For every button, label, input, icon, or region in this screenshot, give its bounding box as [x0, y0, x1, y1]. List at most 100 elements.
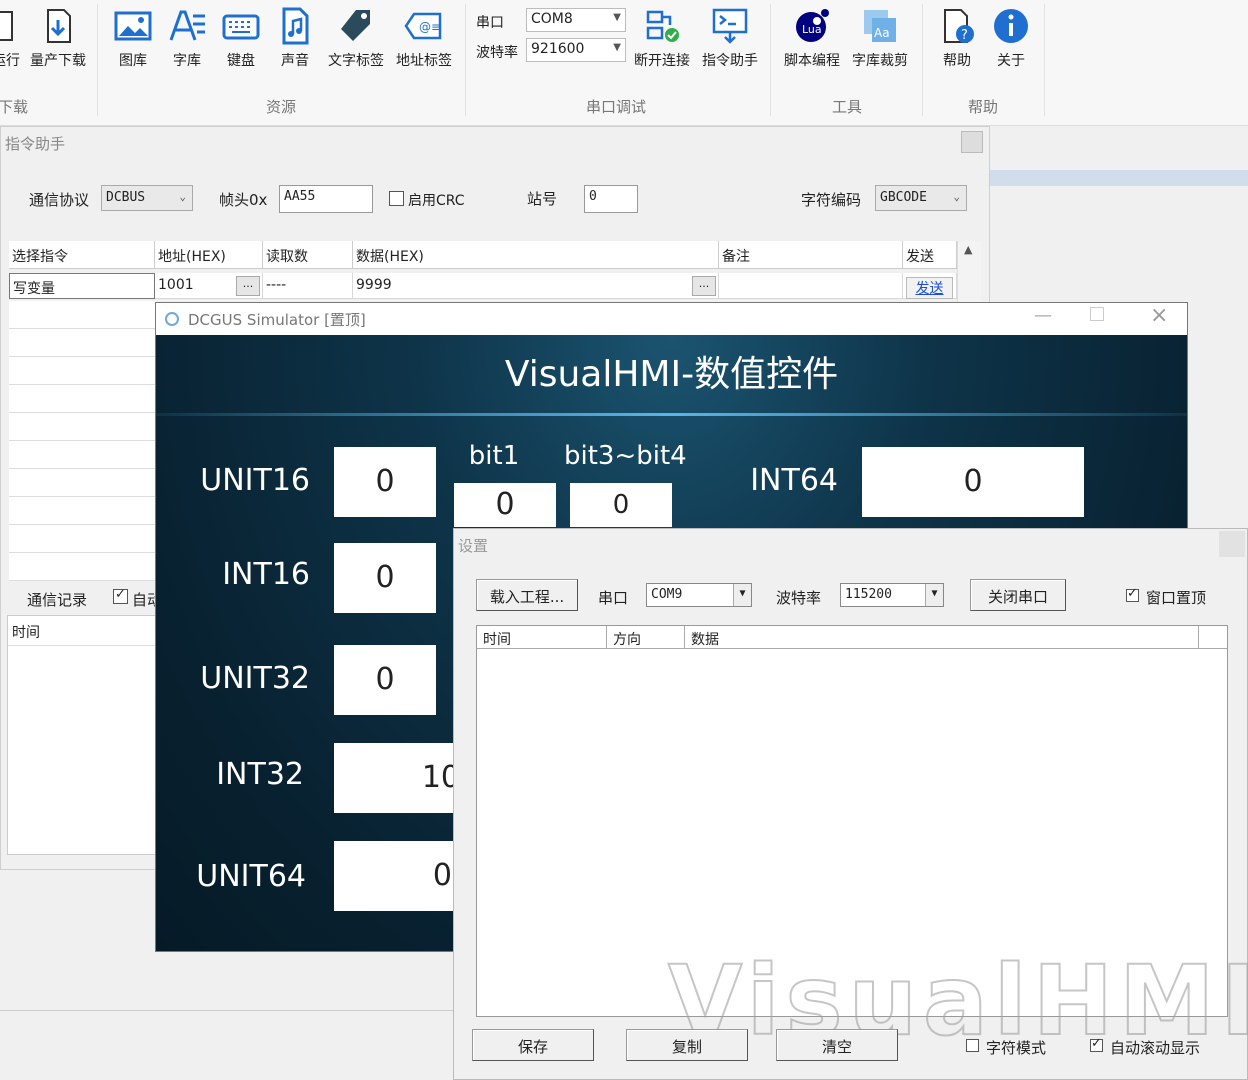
- about-button[interactable]: 关于: [988, 6, 1034, 70]
- char-mode-label: 字符模式: [986, 1039, 1047, 1057]
- unit32-label: UNIT32: [200, 661, 310, 696]
- text-tag-button[interactable]: 文字标签: [324, 6, 388, 70]
- baud-select[interactable]: 115200 ▼: [840, 583, 944, 607]
- crc-checkbox[interactable]: [389, 191, 404, 206]
- serial-port-label: 串口: [476, 15, 504, 31]
- address-tag-button[interactable]: @≡ 地址标签: [392, 6, 456, 70]
- column-header[interactable]: 方向: [607, 626, 685, 648]
- background-panel: [990, 170, 1248, 186]
- lua-script-button[interactable]: Lua 脚本编程: [780, 6, 844, 70]
- protocol-select[interactable]: DCBUS ⌄: [101, 185, 193, 211]
- table-row[interactable]: [9, 553, 157, 581]
- send-button[interactable]: 发送: [906, 277, 953, 299]
- topmost-checkbox[interactable]: ✓: [1126, 586, 1139, 602]
- image-library-icon: [114, 11, 152, 41]
- chevron-down-icon: ⌄: [179, 190, 186, 203]
- int16-value[interactable]: 0: [334, 543, 436, 613]
- send-cell[interactable]: 发送: [903, 273, 957, 299]
- heading-underline: [156, 413, 1187, 416]
- column-header[interactable]: 备注: [719, 241, 903, 269]
- station-label: 站号: [527, 190, 558, 208]
- column-header[interactable]: 发送: [903, 241, 957, 269]
- window-title: DCGUS Simulator [置顶]: [188, 311, 366, 329]
- font-library-icon: [169, 10, 205, 41]
- crc-label: 启用CRC: [408, 193, 465, 209]
- char-mode-checkbox[interactable]: [966, 1039, 979, 1052]
- close-button[interactable]: [1219, 531, 1245, 557]
- column-header[interactable]: 时间: [477, 626, 607, 648]
- table-row[interactable]: [9, 329, 157, 357]
- table-row[interactable]: [9, 413, 157, 441]
- int64-value[interactable]: 0: [862, 447, 1084, 517]
- close-button[interactable]: [961, 131, 983, 153]
- table-row[interactable]: [9, 497, 157, 525]
- data-cell[interactable]: 9999 ...: [353, 273, 719, 299]
- sound-button[interactable]: 声音: [272, 6, 318, 70]
- chevron-down-icon: ▼: [925, 584, 943, 606]
- frame-header-input[interactable]: AA55: [279, 185, 373, 213]
- note-cell[interactable]: [719, 273, 903, 299]
- table-row[interactable]: [9, 525, 157, 553]
- clear-button[interactable]: 清空: [776, 1029, 898, 1061]
- command-assistant-button[interactable]: 指令助手: [698, 6, 762, 70]
- simulator-heading: VisualHMI-数值控件: [504, 354, 839, 395]
- log-auto-checkbox[interactable]: ✓: [113, 587, 128, 604]
- check-icon: ✓: [1127, 586, 1138, 601]
- window-title: 设置: [458, 537, 489, 555]
- log-list[interactable]: 时间: [7, 615, 157, 855]
- svg-text:@≡: @≡: [419, 20, 441, 34]
- bit1-value[interactable]: 0: [454, 483, 556, 527]
- address-browse-button[interactable]: ...: [236, 276, 260, 296]
- unit64-value[interactable]: 0: [334, 841, 464, 911]
- read-count-cell[interactable]: ----: [263, 273, 353, 299]
- column-header[interactable]: 读取数: [263, 241, 353, 269]
- command-cell[interactable]: 写变量: [9, 273, 155, 299]
- copy-button[interactable]: 复制: [626, 1029, 748, 1061]
- column-header[interactable]: 地址(HEX): [155, 241, 263, 269]
- font-crop-icon: Aa: [864, 10, 896, 42]
- int64-label: INT64: [750, 463, 838, 498]
- table-row[interactable]: [9, 469, 157, 497]
- table-row[interactable]: [9, 441, 157, 469]
- table-row[interactable]: [9, 301, 157, 329]
- load-project-button[interactable]: 载入工程...: [476, 579, 578, 611]
- run-button[interactable]: 运行: [0, 6, 26, 70]
- unit16-value[interactable]: 0: [334, 447, 436, 517]
- close-port-button[interactable]: 关闭串口: [970, 579, 1066, 611]
- encoding-select[interactable]: GBCODE ⌄: [875, 185, 967, 211]
- column-header[interactable]: 选择指令: [9, 241, 155, 269]
- help-button[interactable]: ? 帮助: [934, 6, 980, 70]
- serial-port-select[interactable]: COM8 ▼: [526, 8, 626, 32]
- close-icon[interactable]: ×: [1150, 303, 1168, 328]
- save-button[interactable]: 保存: [472, 1029, 594, 1061]
- chevron-down-icon: ▼: [613, 12, 621, 23]
- bit3-4-label: bit3~bit4: [564, 441, 687, 471]
- frame-header-label: 帧头0x: [219, 191, 268, 209]
- data-browse-button[interactable]: ...: [692, 276, 716, 296]
- baud-rate-select[interactable]: 921600 ▼: [526, 38, 626, 62]
- address-cell[interactable]: 1001 ...: [155, 273, 263, 299]
- svg-text:Aa: Aa: [874, 26, 890, 40]
- station-input[interactable]: 0: [584, 185, 638, 213]
- table-row[interactable]: [9, 385, 157, 413]
- maximize-icon[interactable]: [1090, 307, 1104, 321]
- table-row[interactable]: [9, 357, 157, 385]
- image-library-button[interactable]: 图库: [110, 6, 156, 70]
- keyboard-button[interactable]: 键盘: [218, 6, 264, 70]
- int32-value[interactable]: 10: [334, 743, 464, 813]
- lua-script-icon: Lua: [796, 9, 829, 42]
- column-header[interactable]: 数据(HEX): [353, 241, 719, 269]
- auto-scroll-checkbox[interactable]: ✓: [1090, 1036, 1103, 1052]
- unit32-value[interactable]: 0: [334, 645, 436, 715]
- disconnect-button[interactable]: 断开连接: [630, 6, 694, 70]
- log-time-header[interactable]: 时间: [8, 616, 156, 646]
- mass-download-button[interactable]: 量产下载: [26, 6, 90, 70]
- minimize-icon[interactable]: —: [1034, 305, 1052, 326]
- port-select[interactable]: COM9 ▼: [646, 583, 752, 607]
- font-library-button[interactable]: 字库: [164, 6, 210, 70]
- font-crop-button[interactable]: Aa 字库裁剪: [848, 6, 912, 70]
- bit3-4-value[interactable]: 0: [570, 483, 672, 527]
- column-header[interactable]: 数据: [685, 626, 1199, 648]
- group-label-download: 下载: [0, 98, 29, 116]
- window-title: 指令助手: [5, 135, 66, 153]
